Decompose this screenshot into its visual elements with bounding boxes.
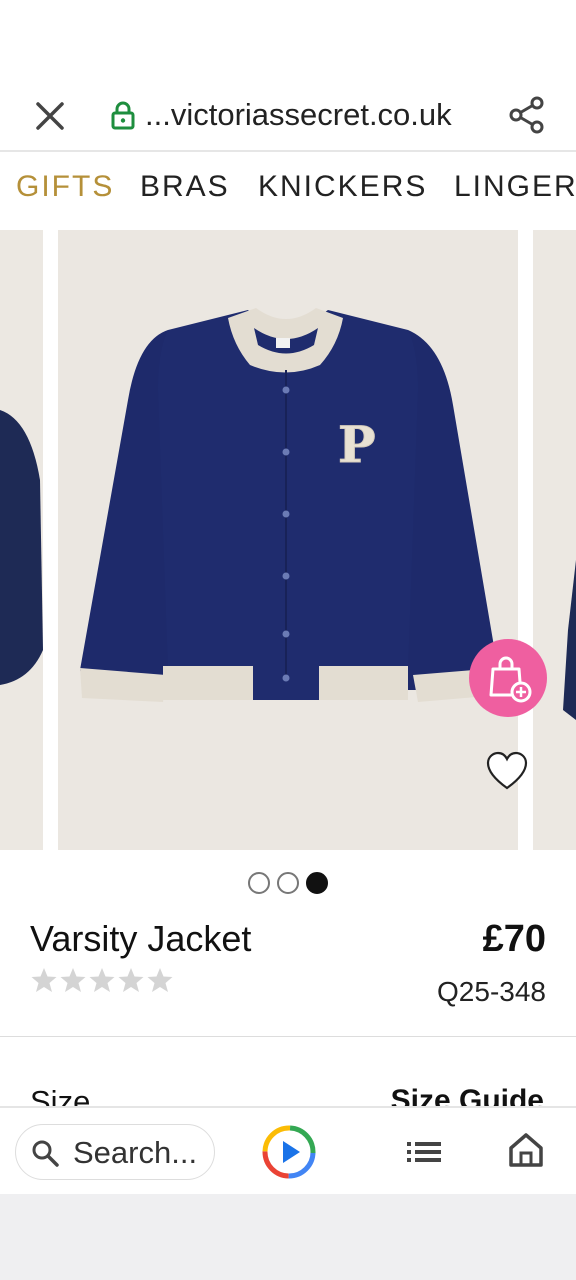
home-button[interactable] bbox=[506, 1130, 546, 1170]
browser-url-bar: ...victoriassecret.co.uk bbox=[0, 0, 576, 152]
share-icon bbox=[509, 96, 544, 134]
star-icon bbox=[60, 968, 86, 992]
product-image[interactable]: P bbox=[58, 230, 518, 850]
product-sku: Q25-348 bbox=[437, 976, 546, 1007]
close-button[interactable] bbox=[30, 96, 70, 136]
url-text[interactable]: ...victoriassecret.co.uk bbox=[145, 97, 452, 133]
logo-patch: P bbox=[338, 415, 376, 474]
next-slide-image[interactable] bbox=[533, 230, 576, 850]
list-icon bbox=[407, 1142, 441, 1162]
home-icon bbox=[509, 1133, 543, 1167]
bag-plus-icon bbox=[489, 656, 532, 703]
search-icon bbox=[32, 1140, 59, 1167]
nav-item-lingerie[interactable]: LINGER bbox=[454, 170, 576, 204]
carousel-pagination bbox=[248, 872, 332, 894]
add-to-bag-button[interactable] bbox=[469, 639, 547, 717]
browser-bottom-bar: Search... bbox=[0, 1106, 576, 1194]
category-nav: GIFTS BRAS KNICKERS LINGER bbox=[0, 152, 576, 226]
lock-icon bbox=[110, 100, 136, 130]
carousel-dot-1[interactable] bbox=[248, 872, 270, 894]
star-icon bbox=[31, 968, 57, 992]
nav-item-gifts[interactable]: GIFTS bbox=[16, 170, 114, 204]
product-name: Varsity Jacket bbox=[30, 918, 252, 959]
star-icon bbox=[118, 968, 144, 992]
previous-slide-image[interactable] bbox=[0, 230, 43, 850]
carousel-dot-3[interactable] bbox=[306, 872, 328, 894]
system-navigation-area bbox=[0, 1194, 576, 1280]
browser-page: ...victoriassecret.co.uk GIFTS BRAS KNIC… bbox=[0, 0, 576, 1280]
heart-icon bbox=[486, 751, 528, 790]
section-divider bbox=[0, 1036, 576, 1037]
nav-item-bras[interactable]: BRAS bbox=[140, 170, 230, 204]
share-button[interactable] bbox=[506, 94, 548, 136]
list-menu-button[interactable] bbox=[405, 1136, 443, 1168]
carousel-dot-2[interactable] bbox=[277, 872, 299, 894]
search-input[interactable]: Search... bbox=[15, 1124, 215, 1180]
star-icon bbox=[89, 968, 115, 992]
product-price: £70 bbox=[482, 918, 546, 960]
nav-item-knickers[interactable]: KNICKERS bbox=[258, 170, 427, 204]
search-placeholder: Search... bbox=[73, 1135, 198, 1170]
wishlist-button[interactable] bbox=[485, 750, 529, 794]
star-icon bbox=[147, 968, 173, 992]
close-icon bbox=[36, 102, 64, 130]
play-icon bbox=[262, 1125, 316, 1179]
rating-stars[interactable] bbox=[30, 966, 180, 996]
product-image-carousel[interactable]: P bbox=[0, 230, 576, 852]
play-button[interactable] bbox=[261, 1124, 317, 1180]
